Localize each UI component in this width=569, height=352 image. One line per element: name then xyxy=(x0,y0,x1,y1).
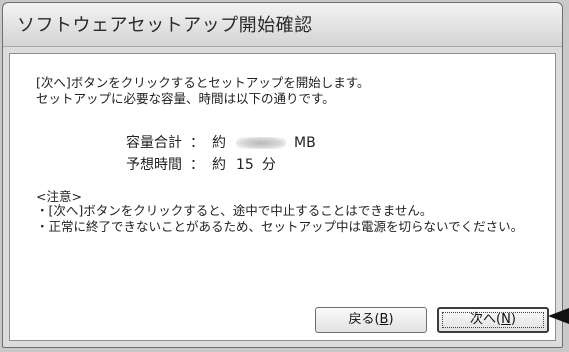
title-bar[interactable]: ソフトウェアセットアップ開始確認 xyxy=(3,3,562,47)
time-value: 15 xyxy=(236,157,254,173)
time-separator: ： xyxy=(190,157,204,173)
capacity-separator: ： xyxy=(190,135,204,151)
next-button[interactable]: 次へ(N) xyxy=(437,307,549,333)
content-panel: [次へ]ボタンをクリックするとセットアップを開始します。 セットアップに必要な容… xyxy=(9,53,556,341)
time-approx: 約 xyxy=(212,157,226,173)
time-unit: 分 xyxy=(261,157,276,173)
time-label: 予想時間 xyxy=(126,157,182,173)
capacity-label: 容量合計 xyxy=(126,135,182,151)
back-button[interactable]: 戻る(B) xyxy=(315,307,427,333)
pointer-arrow-icon xyxy=(548,308,569,324)
next-button-label: 次へ( xyxy=(470,312,502,327)
capacity-row: 容量合計 ： 約 MB xyxy=(110,132,316,152)
intro-text-line2: セットアップに必要な容量、時間は以下の通りです。 xyxy=(36,91,335,106)
capacity-unit: MB xyxy=(294,135,316,151)
capacity-approx: 約 xyxy=(212,135,226,151)
capacity-value-blurred xyxy=(236,137,286,149)
next-button-accesskey: N xyxy=(501,312,511,327)
next-button-close: ) xyxy=(510,312,516,327)
back-button-label: 戻る( xyxy=(348,312,380,327)
back-button-close: ) xyxy=(388,312,394,327)
note-item-power: ・正常に終了できないことがあるため、セットアップ中は電源を切らないでください。 xyxy=(36,219,524,234)
time-row: 予想時間 ： 約 15 分 xyxy=(110,154,276,174)
setup-confirm-dialog: ソフトウェアセットアップ開始確認 [次へ]ボタンをクリックするとセットアップを開… xyxy=(2,2,563,348)
window-title: ソフトウェアセットアップ開始確認 xyxy=(17,15,313,36)
